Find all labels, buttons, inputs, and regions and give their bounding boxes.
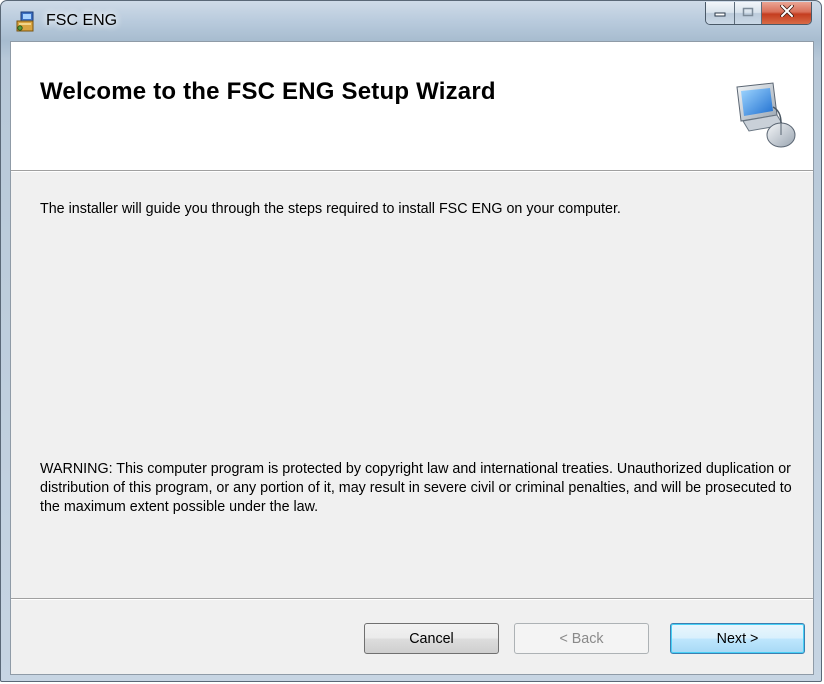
cancel-button[interactable]: Cancel [364, 623, 499, 654]
copyright-warning: WARNING: This computer program is protec… [40, 461, 792, 515]
footer-divider [11, 598, 813, 600]
maximize-icon [742, 4, 754, 22]
header-divider [11, 171, 813, 172]
page-title: Welcome to the FSC ENG Setup Wizard [40, 78, 496, 105]
close-icon [779, 4, 794, 22]
setup-window: FSC ENG Welcome to the FSC ENG Setup Wiz… [0, 0, 822, 682]
wizard-client-area: Welcome to the FSC ENG Setup Wizard The … [10, 41, 814, 675]
next-button[interactable]: Next > [670, 623, 805, 654]
back-button[interactable]: < Back [514, 623, 649, 654]
maximize-button[interactable] [735, 2, 762, 24]
window-title: FSC ENG [46, 12, 118, 29]
installer-icon [15, 11, 37, 33]
close-button[interactable] [762, 2, 811, 24]
minimize-icon [714, 4, 726, 22]
caption-buttons [705, 2, 812, 25]
intro-text: The installer will guide you through the… [40, 201, 621, 217]
minimize-button[interactable] [706, 2, 735, 24]
title-bar[interactable]: FSC ENG [1, 1, 821, 41]
computer-setup-icon [729, 81, 801, 153]
wizard-header: Welcome to the FSC ENG Setup Wizard [11, 42, 813, 171]
